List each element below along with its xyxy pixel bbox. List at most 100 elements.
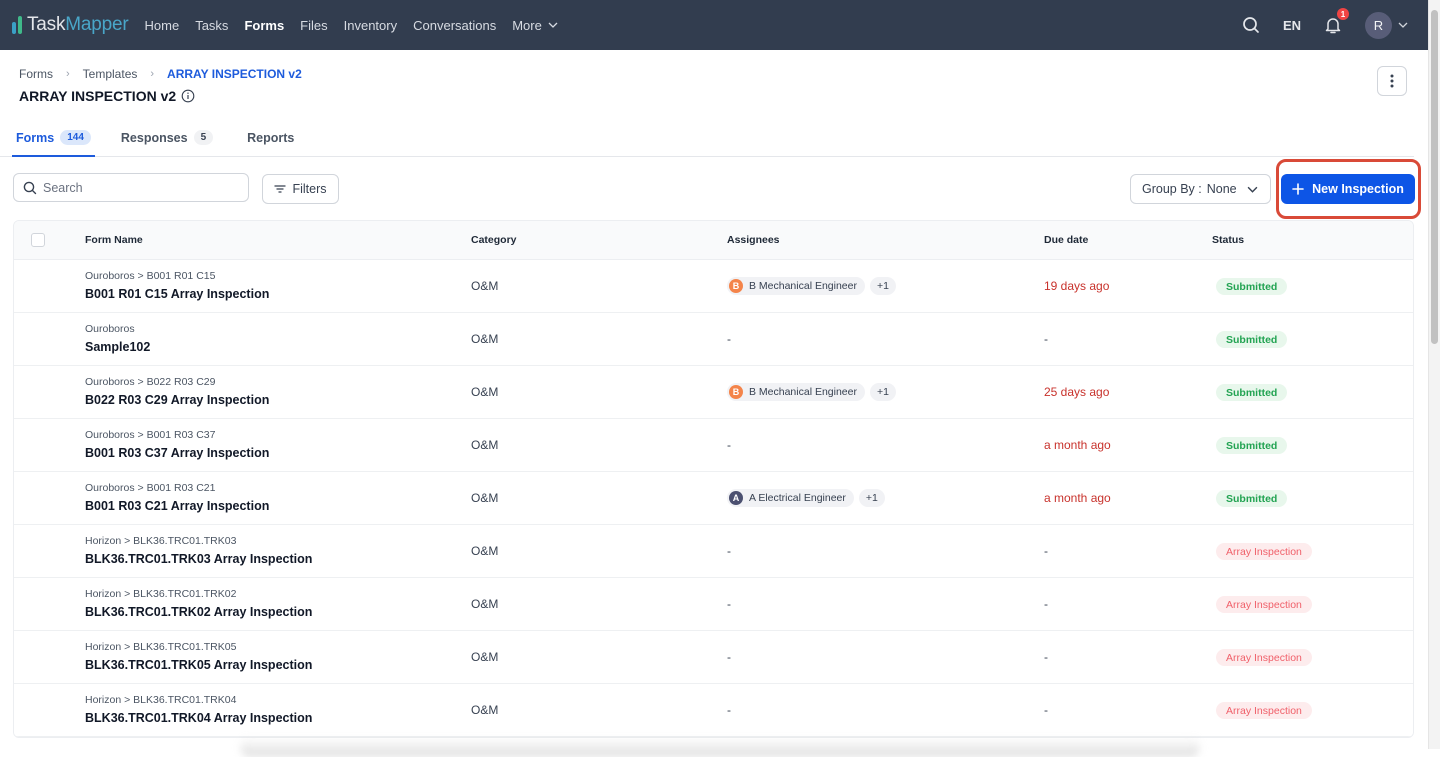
table-body: Ouroboros > B001 R01 C15 B001 R01 C15 Ar… xyxy=(14,260,1413,737)
taskmapper-logo[interactable]: TaskMapper xyxy=(12,14,129,36)
status-cell: Submitted xyxy=(1212,277,1413,296)
form-name-link[interactable]: B001 R01 C15 Array Inspection xyxy=(85,285,471,303)
more-assignees-chip[interactable]: +1 xyxy=(869,383,896,401)
tab-forms[interactable]: Forms 144 xyxy=(12,119,95,157)
nav-item-label: Forms xyxy=(244,17,285,33)
column-header-assignees[interactable]: Assignees xyxy=(727,234,1044,246)
form-name-link[interactable]: BLK36.TRC01.TRK02 Array Inspection xyxy=(85,603,471,621)
chevron-down-icon xyxy=(548,22,558,28)
form-name-link[interactable]: BLK36.TRC01.TRK03 Array Inspection xyxy=(85,550,471,568)
breadcrumb-templates[interactable]: Templates xyxy=(83,67,138,81)
scrollbar-thumb[interactable] xyxy=(1431,10,1438,344)
nav-item-inventory[interactable]: Inventory xyxy=(336,18,405,33)
breadcrumb-current[interactable]: ARRAY INSPECTION v2 xyxy=(167,67,302,81)
notifications-button[interactable]: 1 xyxy=(1323,8,1349,35)
form-location-path: Ouroboros > B022 R03 C29 xyxy=(85,376,216,388)
info-icon[interactable] xyxy=(181,89,195,103)
status-cell: Array Inspection xyxy=(1212,595,1413,614)
more-options-button[interactable] xyxy=(1377,66,1407,96)
form-name-link[interactable]: Sample102 xyxy=(85,338,471,356)
column-header-status[interactable]: Status xyxy=(1212,234,1413,246)
nav-item-label: Conversations xyxy=(413,17,497,33)
assignees-empty: - xyxy=(727,703,731,717)
chevron-down-icon[interactable] xyxy=(1398,20,1408,30)
user-avatar[interactable]: R xyxy=(1365,11,1392,39)
status-cell: Submitted xyxy=(1212,330,1413,349)
table-row[interactable]: Horizon > BLK36.TRC01.TRK04 BLK36.TRC01.… xyxy=(14,684,1413,737)
form-name-cell: Ouroboros Sample102 xyxy=(85,322,471,356)
assignees-cell: B B Mechanical Engineer +1 xyxy=(727,277,1044,295)
form-name-link[interactable]: B001 R03 C37 Array Inspection xyxy=(85,444,471,462)
due-date-cell: a month ago xyxy=(1044,436,1212,454)
column-header-category[interactable]: Category xyxy=(471,234,727,246)
column-header-form-name[interactable]: Form Name xyxy=(85,234,471,246)
table-row[interactable]: Ouroboros Sample102 O&M - - Submitted xyxy=(14,313,1413,366)
table-row[interactable]: Horizon > BLK36.TRC01.TRK02 BLK36.TRC01.… xyxy=(14,578,1413,631)
assignees-cell: - xyxy=(727,542,1044,560)
more-assignees-chip[interactable]: +1 xyxy=(858,489,885,507)
category-cell: O&M xyxy=(471,383,727,401)
status-cell: Submitted xyxy=(1212,383,1413,402)
filters-button[interactable]: Filters xyxy=(262,174,339,204)
page-title: ARRAY INSPECTION v2 xyxy=(19,88,195,104)
due-date-cell: - xyxy=(1044,595,1212,613)
due-date-text: a month ago xyxy=(1044,438,1111,452)
group-by-dropdown[interactable]: Group By : None xyxy=(1130,174,1271,204)
breadcrumb-separator-icon: › xyxy=(66,68,70,80)
tab-reports[interactable]: Reports xyxy=(247,119,294,156)
due-date-text: 25 days ago xyxy=(1044,385,1110,399)
search-field[interactable] xyxy=(13,173,249,202)
assignee-list: B B Mechanical Engineer +1 xyxy=(727,383,1044,401)
search-input[interactable] xyxy=(43,180,233,195)
table-row[interactable]: Ouroboros > B001 R03 C21 B001 R03 C21 Ar… xyxy=(14,472,1413,525)
form-name-link[interactable]: B001 R03 C21 Array Inspection xyxy=(85,497,471,515)
assignees-cell: - xyxy=(727,330,1044,348)
page-scrollbar[interactable] xyxy=(1428,0,1440,749)
form-name-link[interactable]: B022 R03 C29 Array Inspection xyxy=(85,391,471,409)
table-row[interactable]: Horizon > BLK36.TRC01.TRK05 BLK36.TRC01.… xyxy=(14,631,1413,684)
new-inspection-button[interactable]: New Inspection xyxy=(1281,174,1415,204)
more-assignees-chip[interactable]: +1 xyxy=(869,277,896,295)
search-icon[interactable] xyxy=(1241,15,1261,35)
due-date-text: 19 days ago xyxy=(1044,279,1110,293)
tab-label: Reports xyxy=(247,130,295,145)
table-row[interactable]: Ouroboros > B001 R03 C37 B001 R03 C37 Ar… xyxy=(14,419,1413,472)
assignee-list: B B Mechanical Engineer +1 xyxy=(727,277,1044,295)
nav-item-home[interactable]: Home xyxy=(137,18,188,33)
assignee-chip[interactable]: B B Mechanical Engineer xyxy=(727,383,865,401)
due-date-text: - xyxy=(1044,544,1048,558)
logo-text-task: Task xyxy=(27,14,66,35)
due-date-text: - xyxy=(1044,597,1048,611)
nav-item-files[interactable]: Files xyxy=(292,18,335,33)
nav-item-more[interactable]: More xyxy=(504,18,566,33)
table-row[interactable]: Ouroboros > B001 R01 C15 B001 R01 C15 Ar… xyxy=(14,260,1413,313)
assignees-empty: - xyxy=(727,332,731,346)
tab-responses[interactable]: Responses 5 xyxy=(121,119,214,156)
breadcrumb-forms[interactable]: Forms xyxy=(19,67,53,81)
nav-right-actions: EN 1 R xyxy=(1241,8,1408,39)
form-name-cell: Horizon > BLK36.TRC01.TRK04 BLK36.TRC01.… xyxy=(85,693,471,727)
table-row[interactable]: Ouroboros > B022 R03 C29 B022 R03 C29 Ar… xyxy=(14,366,1413,419)
nav-item-tasks[interactable]: Tasks xyxy=(187,18,236,33)
nav-item-forms[interactable]: Forms xyxy=(236,18,292,33)
table-row[interactable]: Horizon > BLK36.TRC01.TRK03 BLK36.TRC01.… xyxy=(14,525,1413,578)
assignees-cell: - xyxy=(727,701,1044,719)
filter-icon xyxy=(274,185,287,193)
filters-label: Filters xyxy=(292,182,327,196)
group-by-value: None xyxy=(1206,182,1237,196)
category-text: O&M xyxy=(471,650,499,664)
nav-item-conversations[interactable]: Conversations xyxy=(405,18,504,33)
main-nav: Home Tasks Forms Files Inventory Convers… xyxy=(137,18,566,33)
form-name-link[interactable]: BLK36.TRC01.TRK04 Array Inspection xyxy=(85,709,471,727)
category-cell: O&M xyxy=(471,436,727,454)
assignees-cell: A A Electrical Engineer +1 xyxy=(727,489,1044,507)
due-date-text: - xyxy=(1044,650,1048,664)
column-header-due-date[interactable]: Due date xyxy=(1044,234,1212,246)
form-name-link[interactable]: BLK36.TRC01.TRK05 Array Inspection xyxy=(85,656,471,674)
assignee-chip[interactable]: B B Mechanical Engineer xyxy=(727,277,865,295)
assignee-chip[interactable]: A A Electrical Engineer xyxy=(727,489,854,507)
language-selector[interactable]: EN xyxy=(1283,18,1301,33)
select-all-checkbox[interactable] xyxy=(31,233,45,247)
category-text: O&M xyxy=(471,385,499,399)
breadcrumb-separator-icon: › xyxy=(150,68,155,80)
